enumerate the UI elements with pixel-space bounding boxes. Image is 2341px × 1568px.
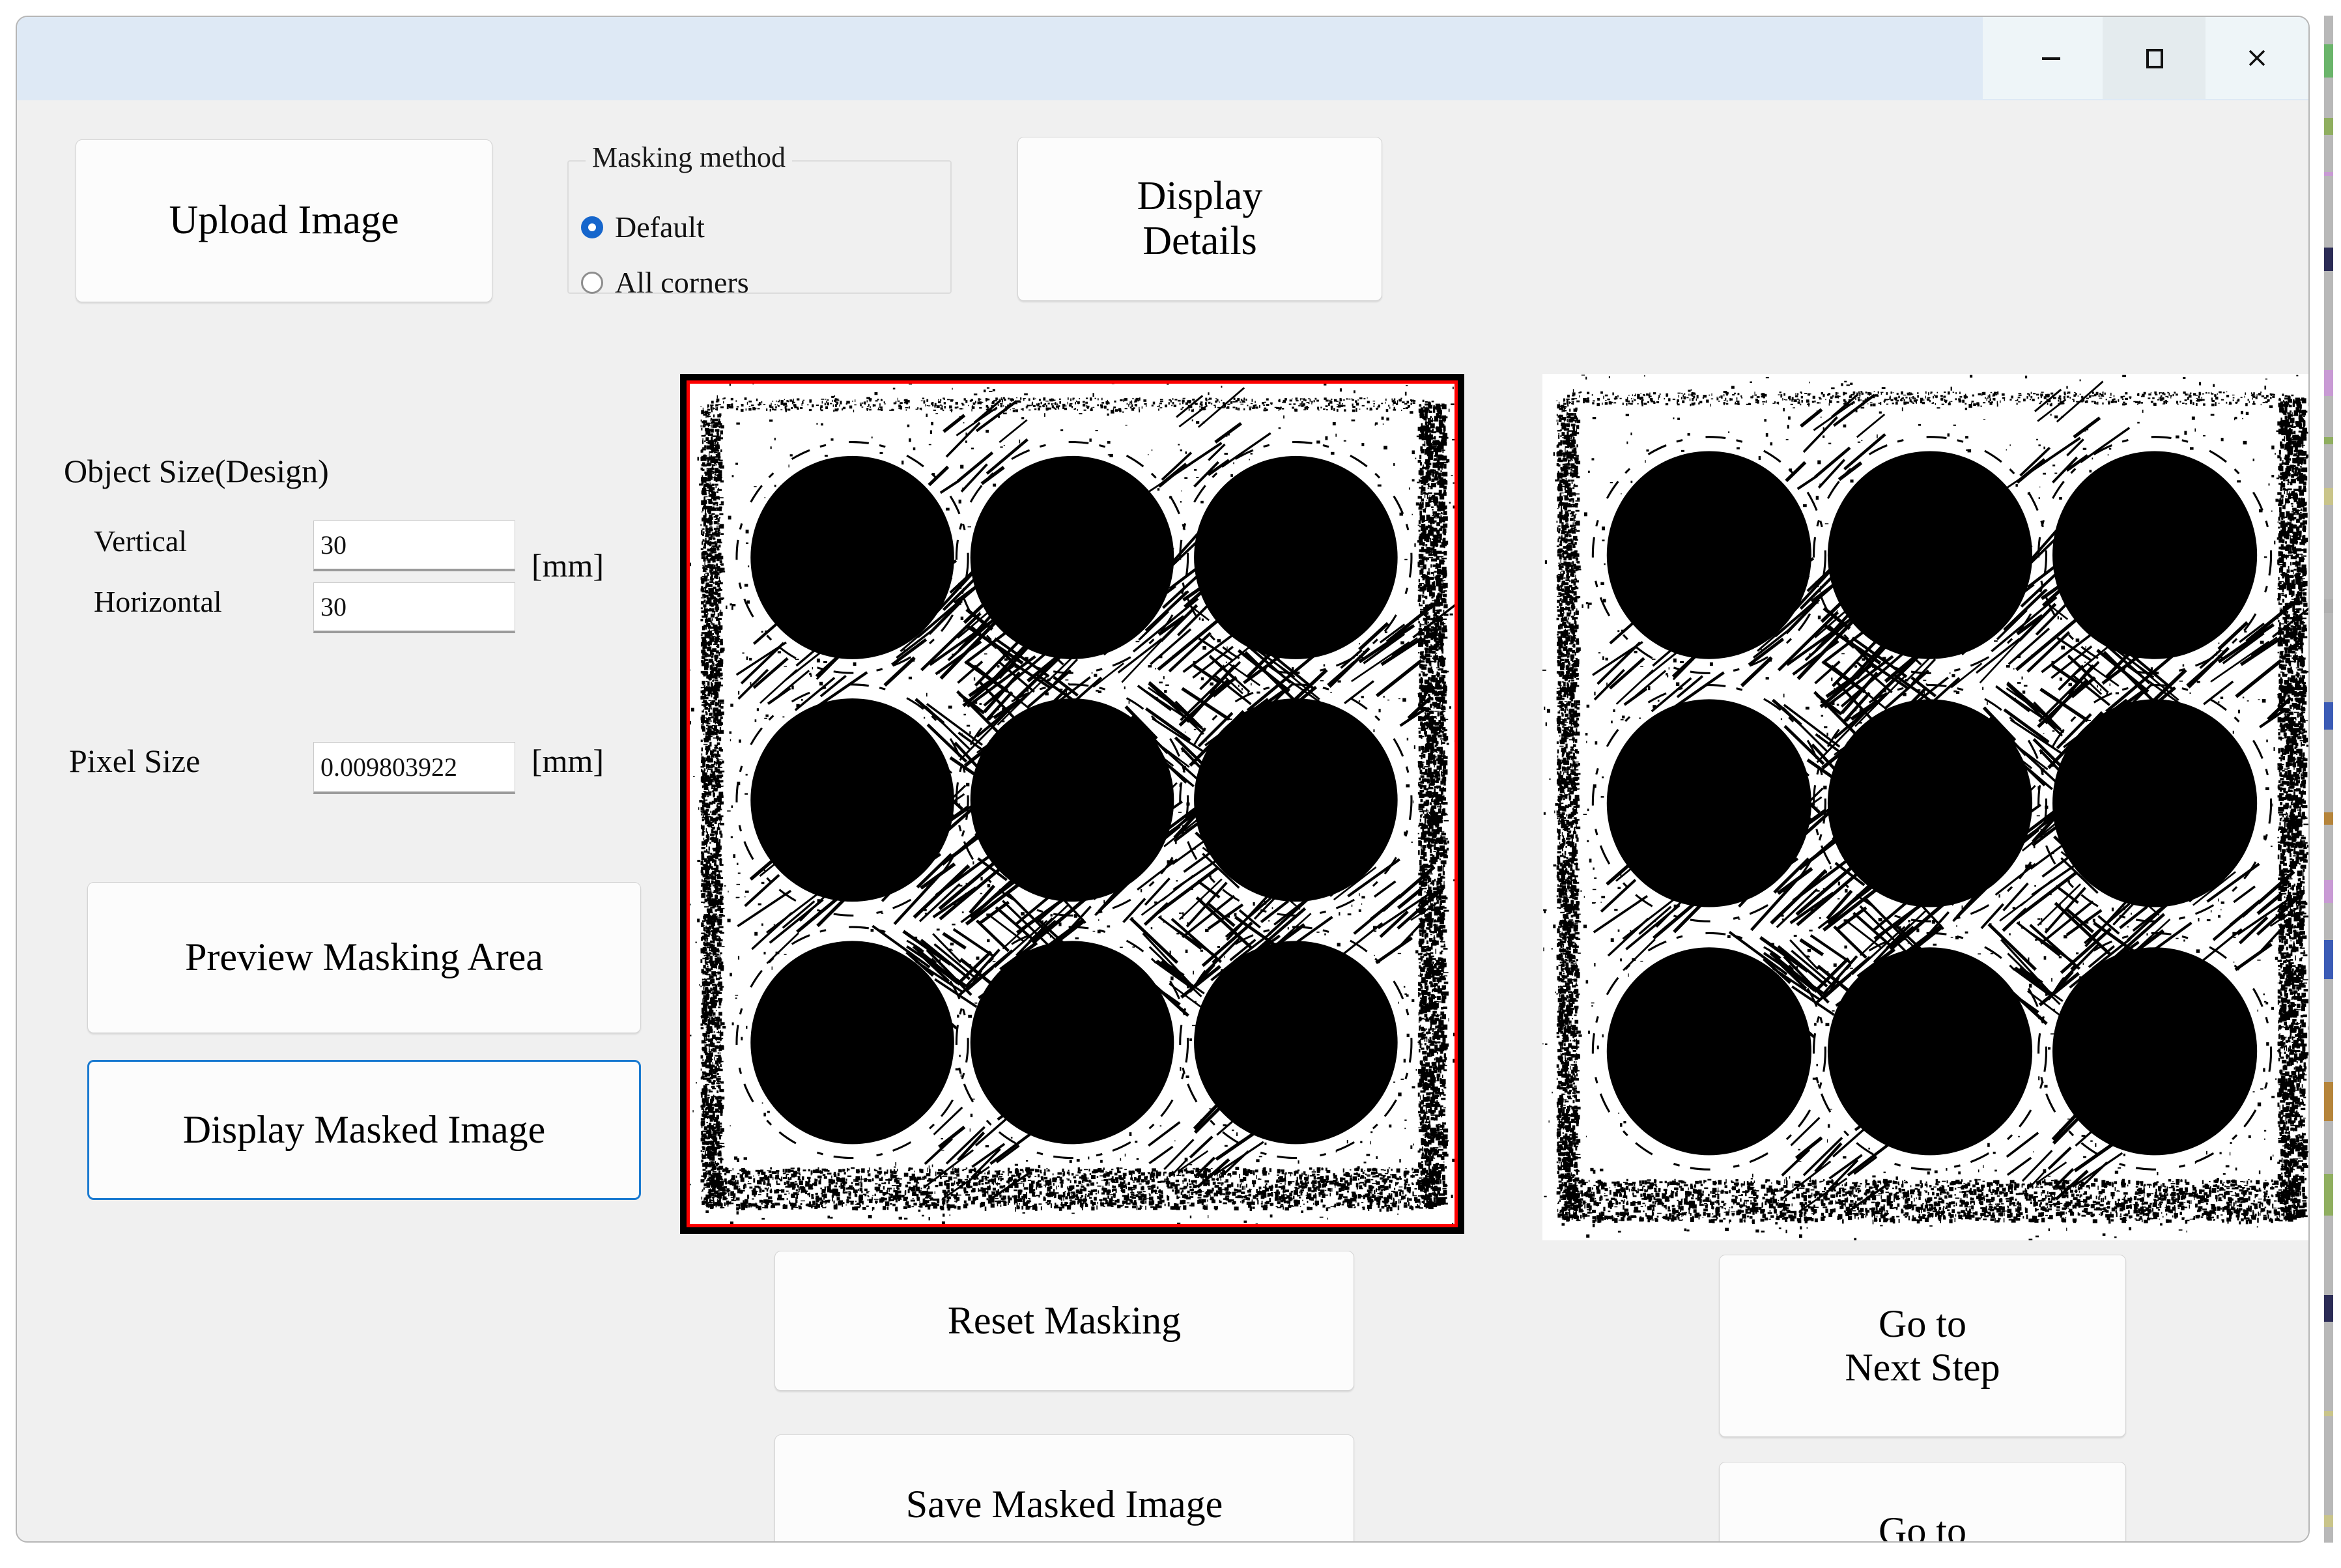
minimize-icon (2036, 42, 2067, 74)
close-icon (2241, 42, 2273, 74)
pixel-size-label: Pixel Size (69, 743, 201, 779)
masked-preview-image[interactable] (680, 374, 1464, 1234)
display-details-button[interactable]: Display Details (1017, 137, 1382, 301)
vertical-label: Vertical (94, 524, 188, 558)
upload-image-button[interactable]: Upload Image (76, 139, 492, 302)
window-controls (1983, 17, 2308, 99)
radio-all-corners-label: All corners (615, 266, 749, 299)
radio-default-label: Default (615, 210, 705, 244)
go-to-next-step-button[interactable]: Go to Next Step (1719, 1255, 2126, 1437)
maximize-button[interactable] (2103, 17, 2206, 99)
save-masked-image-button[interactable]: Save Masked Image (774, 1434, 1354, 1541)
background-window-sliver (2324, 16, 2333, 1543)
horizontal-label: Horizontal (94, 585, 222, 618)
masking-method-legend: Masking method (586, 141, 792, 174)
client-area: Upload Image Masking method Default All … (17, 100, 2308, 1541)
pixel-size-input[interactable]: 0.009803922 (313, 742, 515, 794)
preview-masking-area-button[interactable]: Preview Masking Area (87, 882, 641, 1033)
original-binary-image[interactable] (1542, 374, 2308, 1240)
reset-masking-button[interactable]: Reset Masking (774, 1251, 1354, 1391)
go-to-main-menu-button[interactable]: Go to Main Menu (1719, 1462, 2126, 1541)
title-bar[interactable] (17, 17, 2308, 100)
radio-option-all-corners[interactable]: All corners (581, 265, 749, 300)
application-window: Upload Image Masking method Default All … (16, 16, 2310, 1543)
close-button[interactable] (2206, 17, 2308, 99)
vertical-input[interactable]: 30 (313, 520, 515, 571)
maximize-icon (2138, 42, 2170, 74)
display-masked-image-button[interactable]: Display Masked Image (87, 1060, 641, 1200)
horizontal-input[interactable]: 30 (313, 582, 515, 633)
radio-default-indicator[interactable] (581, 216, 603, 238)
minimize-button[interactable] (2000, 17, 2103, 99)
radio-all-corners-indicator[interactable] (581, 271, 603, 294)
object-size-section-title: Object Size(Design) (64, 453, 329, 489)
object-size-unit: [mm] (532, 547, 604, 584)
radio-option-default[interactable]: Default (581, 210, 705, 244)
desktop-background: Upload Image Masking method Default All … (0, 0, 2341, 1568)
pixel-size-unit: [mm] (532, 743, 604, 779)
